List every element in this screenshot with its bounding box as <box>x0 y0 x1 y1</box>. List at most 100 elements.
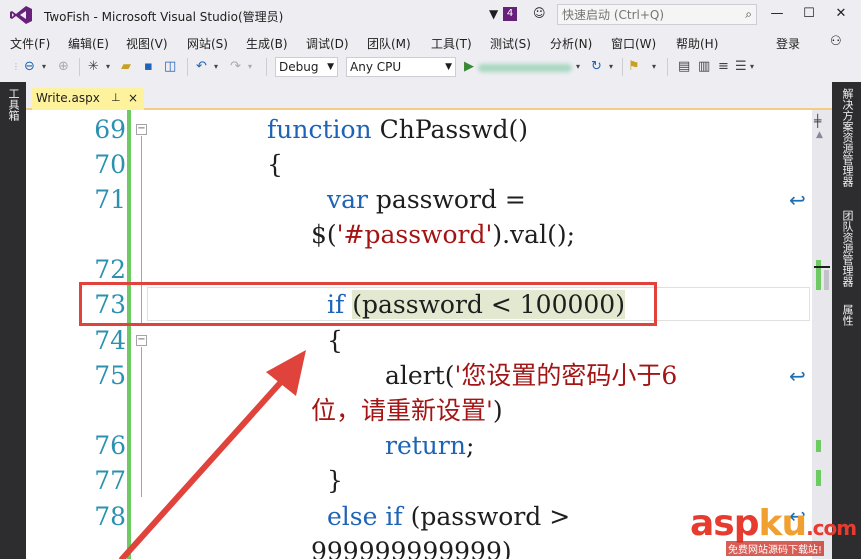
line-number: 78 <box>94 502 126 531</box>
redo-dropdown-icon[interactable]: ▾ <box>248 59 252 75</box>
line-number: 77 <box>94 466 126 495</box>
code-text: ChPasswd() <box>371 115 529 144</box>
menu-website[interactable]: 网站(S) <box>187 35 228 52</box>
toolbar-grip-icon[interactable]: ⋮ <box>12 59 20 75</box>
menu-window[interactable]: 窗口(W) <box>611 35 656 52</box>
notifications[interactable]: ▼ 4 <box>489 5 519 23</box>
scroll-up-icon[interactable]: ▲ <box>816 130 823 140</box>
line-number: 76 <box>94 431 126 460</box>
chevron-down-icon: ▼ <box>445 62 452 72</box>
collapse-icon[interactable]: − <box>136 335 147 346</box>
code-editor[interactable]: 69 70 71 72 73 74 75 76 77 78 − − functi… <box>26 110 812 559</box>
menu-analyze[interactable]: 分析(N) <box>550 35 592 52</box>
code-text: ; <box>465 431 475 460</box>
code-line-70: { <box>267 150 283 179</box>
collapse-icon[interactable]: − <box>136 124 147 135</box>
editor-vertical-scrollbar[interactable]: ╪ ▲ <box>812 110 832 559</box>
solution-configuration-select[interactable]: Debug ▼ <box>275 57 338 77</box>
menu-tools[interactable]: 工具(T) <box>431 35 472 52</box>
code-line-69: function ChPasswd() <box>267 113 528 147</box>
toolbar-overflow-icon[interactable]: ▾ <box>750 59 754 75</box>
start-debugging-icon[interactable]: ▶ <box>464 59 474 75</box>
keyword: else <box>327 502 378 531</box>
quick-launch[interactable]: ⌕ <box>557 4 757 25</box>
solution-explorer-tab[interactable]: 解决方案资源管理器 <box>839 88 855 187</box>
toolbox-rail: 工具箱 <box>0 82 26 559</box>
caret-position-marker <box>814 266 830 268</box>
menu-bar: 文件(F) 编辑(E) 视图(V) 网站(S) 生成(B) 调试(D) 团队(M… <box>0 31 861 53</box>
scrollbar-thumb[interactable] <box>824 270 829 290</box>
line-number: 71 <box>94 185 126 214</box>
user-icon[interactable]: ⚇ <box>830 34 842 49</box>
tab-filename: Write.aspx <box>36 91 100 105</box>
menu-debug[interactable]: 调试(D) <box>306 35 349 52</box>
browser-link-icon[interactable]: ⚑ <box>628 59 640 75</box>
new-dropdown-icon[interactable]: ▾ <box>106 59 110 75</box>
standard-toolbar: ⋮ ⊖ ▾ ⊕ ✳ ▾ ▰ ▪ ◫ ↶ ▾ ↷ ▾ Debug ▼ Any CP… <box>0 54 861 81</box>
code-line-78: else if (password > <box>327 500 570 534</box>
menu-help[interactable]: 帮助(H) <box>676 35 718 52</box>
navigate-back-icon[interactable]: ⊖ <box>24 59 35 75</box>
configuration-value: Debug <box>279 60 319 74</box>
team-explorer-tab[interactable]: 团队资源管理器 <box>839 210 855 287</box>
navigate-forward-icon[interactable]: ⊕ <box>58 59 69 75</box>
keyword: return <box>385 431 466 460</box>
refresh-icon[interactable]: ↻ <box>591 59 602 75</box>
refresh-dropdown-icon[interactable]: ▾ <box>609 59 613 75</box>
right-tool-rail: 解决方案资源管理器 团队资源管理器 属性 <box>832 82 861 559</box>
menu-team[interactable]: 团队(M) <box>367 35 411 52</box>
menu-edit[interactable]: 编辑(E) <box>68 35 109 52</box>
link-dropdown-icon[interactable]: ▾ <box>652 59 656 75</box>
save-all-icon[interactable]: ◫ <box>164 59 176 75</box>
menu-build[interactable]: 生成(B) <box>246 35 288 52</box>
annotation-highlight-box <box>79 282 657 326</box>
keyword: var <box>327 185 368 214</box>
menu-view[interactable]: 视图(V) <box>126 35 168 52</box>
keyword: function <box>267 115 372 144</box>
filter-icon: ▼ <box>489 7 499 21</box>
minimize-icon[interactable]: — <box>766 4 788 24</box>
code-line-71-wrapped: $('#password').val(); <box>311 218 575 252</box>
notification-badge: 4 <box>503 7 517 21</box>
split-window-icon[interactable]: ╪ <box>814 114 821 128</box>
keyword: if <box>385 502 403 531</box>
code-text: alert( <box>385 361 455 390</box>
document-tab-strip: Write.aspx ⊥ × <box>26 82 832 110</box>
outline-guide <box>141 347 142 497</box>
menu-test[interactable]: 测试(S) <box>490 35 531 52</box>
tab-write-aspx[interactable]: Write.aspx ⊥ × <box>32 88 144 110</box>
undo-dropdown-icon[interactable]: ▾ <box>214 59 218 75</box>
comment-icon[interactable]: ▤ <box>678 59 690 75</box>
close-icon[interactable]: ✕ <box>830 4 852 24</box>
string-literal: '#password' <box>336 220 493 249</box>
search-icon[interactable]: ⌕ <box>745 7 752 22</box>
toolbox-tab[interactable]: 工具箱 <box>7 88 21 121</box>
close-tab-icon[interactable]: × <box>128 88 138 108</box>
solution-platform-select[interactable]: Any CPU ▼ <box>346 57 456 77</box>
code-line-77: } <box>327 466 343 495</box>
uncomment-icon[interactable]: ▥ <box>698 59 710 75</box>
new-project-icon[interactable]: ✳ <box>88 59 99 75</box>
open-folder-icon[interactable]: ▰ <box>121 59 131 75</box>
outdent-icon[interactable]: ☰ <box>735 59 747 75</box>
feedback-icon[interactable]: ☺ <box>533 6 546 20</box>
back-dropdown-icon[interactable]: ▾ <box>42 59 46 75</box>
indent-icon[interactable]: ≡ <box>718 59 729 75</box>
maximize-icon[interactable]: ☐ <box>798 4 820 24</box>
properties-tab[interactable]: 属性 <box>839 304 855 326</box>
toolbar-separator <box>622 58 623 76</box>
sign-in-link[interactable]: 登录 <box>776 35 800 52</box>
redo-icon[interactable]: ↷ <box>230 59 241 75</box>
pin-icon[interactable]: ⊥ <box>111 88 121 108</box>
title-bar: TwoFish - Microsoft Visual Studio(管理员) ▼… <box>0 0 861 30</box>
code-line-75: alert('您设置的密码小于6 <box>385 359 677 393</box>
menu-file[interactable]: 文件(F) <box>10 35 50 52</box>
browser-dropdown-icon[interactable]: ▾ <box>576 59 580 75</box>
save-icon[interactable]: ▪ <box>144 59 153 75</box>
code-line-75-wrapped: 位，请重新设置') <box>311 394 503 428</box>
undo-icon[interactable]: ↶ <box>196 59 207 75</box>
line-number: 69 <box>94 115 126 144</box>
toolbar-separator <box>187 58 188 76</box>
quick-launch-input[interactable] <box>558 5 733 24</box>
code-line-76: return; <box>385 429 474 463</box>
